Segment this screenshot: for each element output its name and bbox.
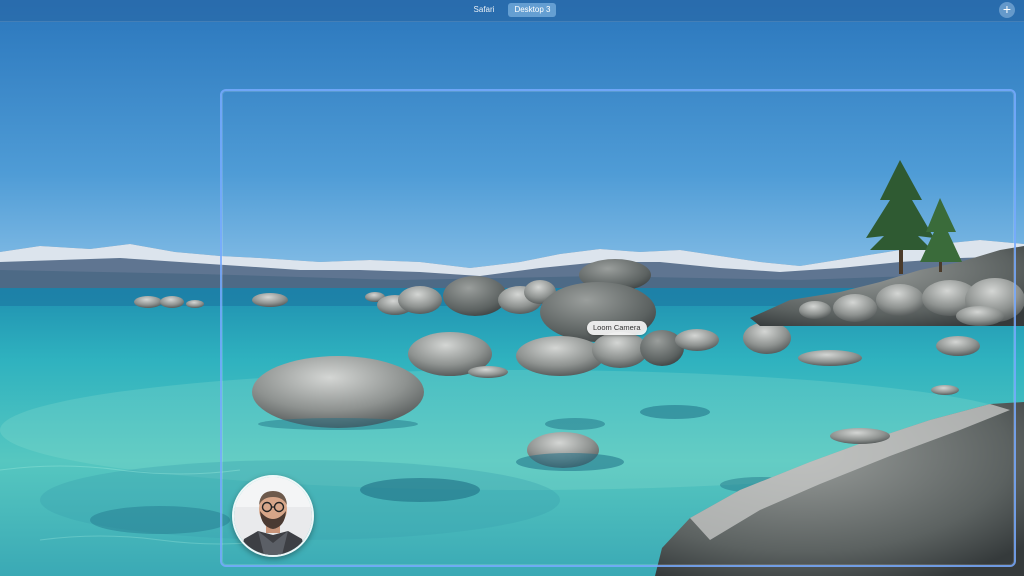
camera-bubble[interactable] xyxy=(232,475,314,557)
spaces-bar: Safari Desktop 3 + xyxy=(0,0,1024,22)
avatar xyxy=(234,477,312,555)
space-tab-desktop-3[interactable]: Desktop 3 xyxy=(508,3,557,17)
add-space-button[interactable]: + xyxy=(999,2,1015,18)
space-tab-safari[interactable]: Safari xyxy=(468,3,501,17)
spaces-list: Safari Desktop 3 xyxy=(0,3,1024,17)
camera-label: Loom Camera xyxy=(587,321,647,335)
desktop: Safari Desktop 3 + Loom Camera xyxy=(0,0,1024,576)
